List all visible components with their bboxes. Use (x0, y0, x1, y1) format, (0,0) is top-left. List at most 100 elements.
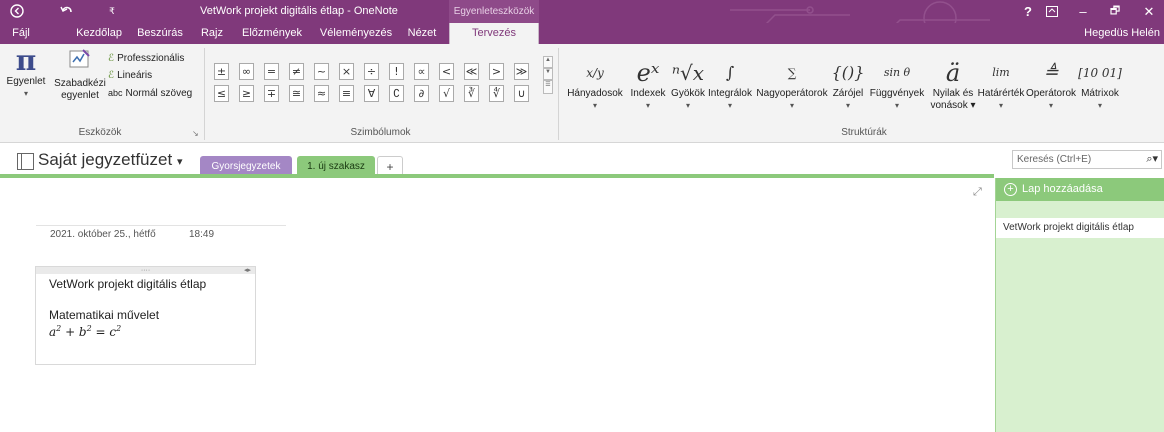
symbol-button[interactable]: > (489, 63, 504, 80)
ink-equation-label-1: Szabadkézi (54, 78, 106, 89)
chevron-down-icon: ▾ (645, 101, 650, 110)
normal-text-button[interactable]: abc Normál szöveg (108, 86, 192, 101)
container-resize-handle[interactable]: ◂▸ (244, 266, 251, 274)
tab-history[interactable]: Előzmények (236, 23, 308, 44)
structure-button[interactable]: sin θ Függvények ▾ (864, 58, 930, 112)
chevron-down-icon: ▾ (1048, 101, 1053, 110)
maximize-button[interactable]: 🗗 (1102, 0, 1128, 23)
page-list-item[interactable]: VetWork projekt digitális étlap (996, 218, 1164, 238)
equation-label: Egyenlet (6, 76, 46, 87)
structure-label: Operátorok (1025, 88, 1077, 99)
tab-draw[interactable]: Rajz (196, 23, 228, 44)
ink-equation-button[interactable]: Szabadkézi egyenlet (52, 48, 108, 102)
help-button[interactable]: ? (1018, 0, 1038, 23)
expand-icon[interactable]: ⤢ (973, 186, 982, 199)
structure-button[interactable]: ⁿ√x Gyökök ▾ (668, 58, 708, 112)
customize-dropdown-icon[interactable]: ₹ (104, 0, 120, 23)
page-time: 18:49 (189, 229, 215, 240)
symbol-button[interactable]: ∂ (414, 85, 429, 102)
gallery-down-icon[interactable]: ▼ (543, 68, 553, 80)
structure-label: Nyilak és (932, 88, 974, 99)
symbol-button[interactable]: ≪ (464, 63, 479, 80)
back-circle-icon[interactable] (6, 0, 28, 23)
symbol-button[interactable]: ≅ (289, 85, 304, 102)
minimize-button[interactable]: – (1070, 0, 1096, 23)
symbol-button[interactable]: ≫ (514, 63, 529, 80)
symbols-group-label: Szimbólumok (350, 127, 411, 138)
user-name[interactable]: Hegedüs Helén (1084, 23, 1160, 44)
gallery-up-icon[interactable]: ▲ (543, 56, 553, 68)
ribbon-tabs: Fájl Kezdőlap Beszúrás Rajz Előzmények V… (0, 23, 1164, 44)
symbol-button[interactable]: ! (389, 63, 404, 80)
structure-button[interactable]: [10 01] Mátrixok ▾ (1075, 58, 1125, 112)
symbol-button[interactable]: ∝ (414, 63, 429, 80)
professional-button[interactable]: ℰ Professzionális (108, 52, 184, 66)
container-move-handle[interactable]: ···· (36, 267, 255, 274)
linear-button[interactable]: ℰ Lineáris (108, 69, 152, 83)
symbol-button[interactable]: ÷ (364, 63, 379, 80)
professional-label: Professzionális (117, 53, 185, 64)
structure-button[interactable]: lim Határérték ▾ (976, 58, 1026, 112)
chevron-down-icon: ▾ (176, 156, 183, 168)
search-icon[interactable]: ⌕▾ (1146, 151, 1158, 168)
tab-insert[interactable]: Beszúrás (134, 23, 186, 44)
note-heading[interactable]: VetWork projekt digitális étlap (49, 277, 206, 291)
note-subheading[interactable]: Matematikai művelet (49, 308, 159, 322)
symbol-button[interactable]: ∛ (464, 85, 479, 102)
equation-button[interactable]: π Egyenlet ▾ (0, 46, 52, 100)
dialog-launcher-icon[interactable]: ↘ (192, 129, 199, 138)
symbol-button[interactable]: ≈ (314, 85, 329, 102)
symbol-button[interactable]: ~ (314, 63, 329, 80)
symbol-button[interactable]: ∪ (514, 85, 529, 102)
add-page-button[interactable]: + Lap hozzáadása (996, 178, 1164, 201)
structure-label: Indexek (630, 88, 666, 99)
context-tool-label: Egyenleteszközök (449, 0, 539, 23)
search-placeholder: Keresés (Ctrl+E) (1017, 154, 1092, 165)
symbol-button[interactable]: ∓ (264, 85, 279, 102)
window-title: VetWork projekt digitális étlap - OneNot… (200, 5, 398, 17)
structure-button[interactable]: ∑ Nagyoperátorok ▾ (750, 58, 834, 112)
gallery-more-icon[interactable]: ☰ (543, 80, 553, 94)
structure-button[interactable]: ä Nyilak és vonások ▾ (926, 58, 980, 112)
symbol-button[interactable]: ≥ (239, 85, 254, 102)
symbol-button[interactable]: ≠ (289, 63, 304, 80)
tab-view[interactable]: Nézet (404, 23, 440, 44)
symbol-button[interactable]: ∁ (389, 85, 404, 102)
structure-button[interactable]: {()} Zárójel ▾ (830, 58, 866, 112)
symbol-button[interactable]: ≡ (339, 85, 354, 102)
notebook-title[interactable]: Saját jegyzetfüzet ▾ (38, 150, 182, 170)
symbol-button[interactable]: ∜ (489, 85, 504, 102)
symbol-button[interactable]: × (339, 63, 354, 80)
structure-button[interactable]: eˣ Indexek ▾ (626, 58, 670, 112)
notebook-icon (17, 153, 34, 170)
structure-icon: ∫ (725, 63, 735, 82)
close-button[interactable]: ✕ (1136, 0, 1162, 23)
chevron-down-icon: ▾ (727, 101, 732, 110)
search-input[interactable]: Keresés (Ctrl+E) ⌕▾ (1012, 150, 1162, 169)
symbol-button[interactable]: ± (214, 63, 229, 80)
structure-icon: ä (945, 59, 961, 87)
symbol-button[interactable]: = (264, 63, 279, 80)
tab-file[interactable]: Fájl (6, 23, 36, 44)
symbol-button[interactable]: ∀ (364, 85, 379, 102)
symbol-button[interactable]: √ (439, 85, 454, 102)
tab-design[interactable]: Tervezés (449, 23, 539, 44)
symbol-button[interactable]: ∞ (239, 63, 254, 80)
structure-label: Mátrixok (1081, 88, 1119, 99)
group-separator (204, 48, 205, 140)
symbol-button[interactable]: < (439, 63, 454, 80)
chevron-down-icon: ▾ (789, 101, 794, 110)
tab-home[interactable]: Kezdőlap (70, 23, 128, 44)
structure-button[interactable]: ∫ Integrálok ▾ (706, 58, 754, 112)
chevron-down-icon: ▾ (23, 89, 28, 98)
title-underline (36, 225, 286, 226)
structure-button[interactable]: ≜ Operátorok ▾ (1025, 58, 1077, 112)
tab-review[interactable]: Véleményezés (316, 23, 396, 44)
undo-icon[interactable] (56, 0, 78, 23)
symbol-button[interactable]: ≤ (214, 85, 229, 102)
ribbon-display-icon[interactable] (1040, 0, 1064, 23)
note-equation[interactable]: a2 + b2 = c2 (49, 324, 121, 339)
structure-label: Zárójel (832, 88, 864, 99)
note-container[interactable]: ···· ◂▸ VetWork projekt digitális étlap … (35, 266, 256, 365)
structure-button[interactable]: x/y Hányadosok ▾ (563, 58, 627, 112)
